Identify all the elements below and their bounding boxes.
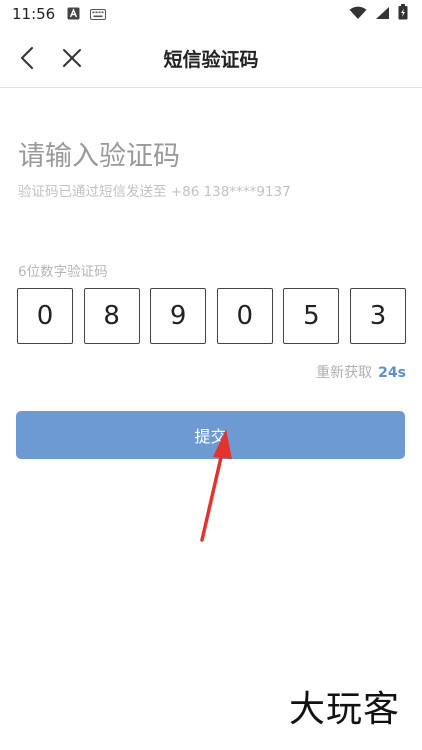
code-digit-6[interactable]: 3 — [350, 288, 406, 344]
status-bar: 11:56 — [0, 0, 422, 28]
nav-bar: 短信验证码 — [0, 28, 422, 88]
code-digit-3[interactable]: 9 — [150, 288, 207, 344]
wifi-icon — [349, 5, 367, 24]
page-title: 短信验证码 — [163, 49, 259, 71]
code-label: 6位数字验证码 — [18, 264, 108, 280]
sms-sent-notice: 验证码已通过短信发送至 +86 138****9137 — [18, 184, 291, 200]
status-left-icons — [67, 5, 107, 24]
font-icon — [67, 5, 80, 24]
code-digit-4[interactable]: 0 — [216, 288, 273, 344]
code-digit-5[interactable]: 5 — [283, 288, 340, 344]
code-input-group[interactable]: 0 8 9 0 5 3 — [17, 288, 406, 344]
submit-button[interactable]: 提交 — [16, 411, 405, 459]
signal-icon — [375, 5, 390, 24]
keyboard-icon — [90, 5, 107, 24]
battery-icon — [398, 4, 408, 24]
resend-label: 重新获取 — [316, 365, 373, 381]
code-digit-1[interactable]: 0 — [17, 288, 73, 344]
status-right-icons — [349, 4, 408, 24]
code-digit-2[interactable]: 8 — [83, 288, 140, 344]
resend-timer[interactable]: 重新获取 24s — [316, 362, 406, 382]
status-time: 11:56 — [12, 5, 56, 23]
watermark: 大玩客 — [288, 689, 400, 730]
heading: 请输入验证码 — [18, 141, 180, 172]
countdown: 24s — [378, 365, 406, 381]
